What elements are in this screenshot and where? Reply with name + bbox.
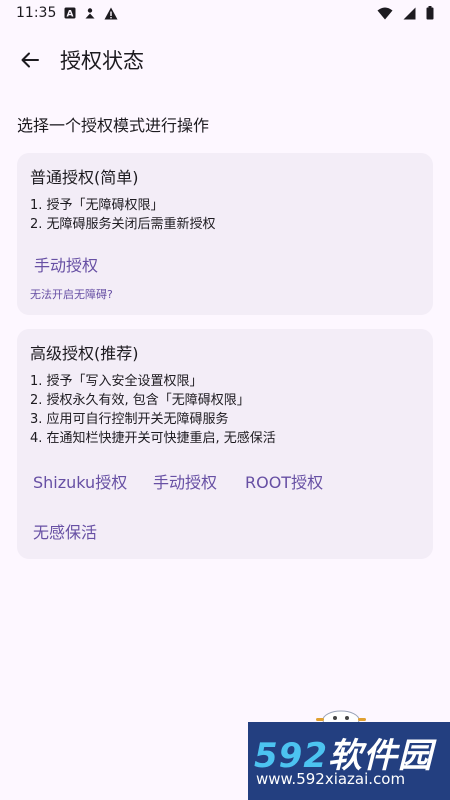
card-normal-auth: 普通授权(简单) 1. 授予「无障碍权限」 2. 无障碍服务关闭后需重新授权 手…	[17, 153, 433, 315]
card-advanced-auth: 高级授权(推荐) 1. 授予「写入安全设置权限」 2. 授权永久有效, 包含「无…	[17, 329, 433, 559]
card-line: 1. 授予「无障碍权限」	[30, 198, 164, 213]
cell-signal-icon	[403, 7, 416, 20]
shizuku-auth-button[interactable]: Shizuku授权	[33, 469, 127, 493]
status-time: 11:35	[16, 5, 57, 21]
arrow-back-icon	[20, 50, 40, 70]
watermark-background: 592软件园 www.592xiazai.com	[248, 722, 450, 800]
card-title: 普通授权(简单)	[30, 168, 139, 187]
page-title: 授权状态	[60, 49, 144, 73]
card-title: 高级授权(推荐)	[30, 344, 139, 363]
status-right	[377, 6, 434, 20]
card-line: 3. 应用可自行控制开关无障碍服务	[30, 412, 229, 427]
person-icon	[84, 7, 96, 19]
watermark-url: www.592xiazai.com	[256, 770, 406, 788]
svg-text:A: A	[67, 10, 74, 20]
wifi-icon	[377, 7, 393, 20]
manual-auth-button[interactable]: 手动授权	[34, 252, 98, 276]
status-bar: 11:35 A	[0, 0, 450, 26]
card-line: 4. 在通知栏快捷开关可快捷重启, 无感保活	[30, 431, 276, 446]
cannot-enable-accessibility-link[interactable]: 无法开启无障碍?	[30, 286, 113, 302]
silent-keepalive-button[interactable]: 无感保活	[33, 519, 97, 543]
a-letter-icon: A	[64, 7, 76, 19]
manual-auth-button[interactable]: 手动授权	[153, 469, 217, 493]
card-description: 1. 授予「写入安全设置权限」 2. 授权永久有效, 包含「无障碍权限」 3. …	[30, 372, 276, 448]
card-line: 2. 授权永久有效, 包含「无障碍权限」	[30, 393, 250, 408]
back-button[interactable]	[6, 36, 54, 84]
card-description: 1. 授予「无障碍权限」 2. 无障碍服务关闭后需重新授权	[30, 196, 216, 234]
card-line: 2. 无障碍服务关闭后需重新授权	[30, 217, 216, 232]
page-subtitle: 选择一个授权模式进行操作	[17, 116, 210, 135]
card-line: 1. 授予「写入安全设置权限」	[30, 374, 203, 389]
battery-icon	[426, 6, 434, 20]
app-bar: 授权状态	[0, 36, 450, 84]
warning-icon	[104, 7, 118, 20]
watermark-logo: 592软件园 www.592xiazai.com	[248, 722, 450, 800]
status-left: 11:35 A	[16, 5, 118, 21]
root-auth-button[interactable]: ROOT授权	[245, 469, 323, 493]
